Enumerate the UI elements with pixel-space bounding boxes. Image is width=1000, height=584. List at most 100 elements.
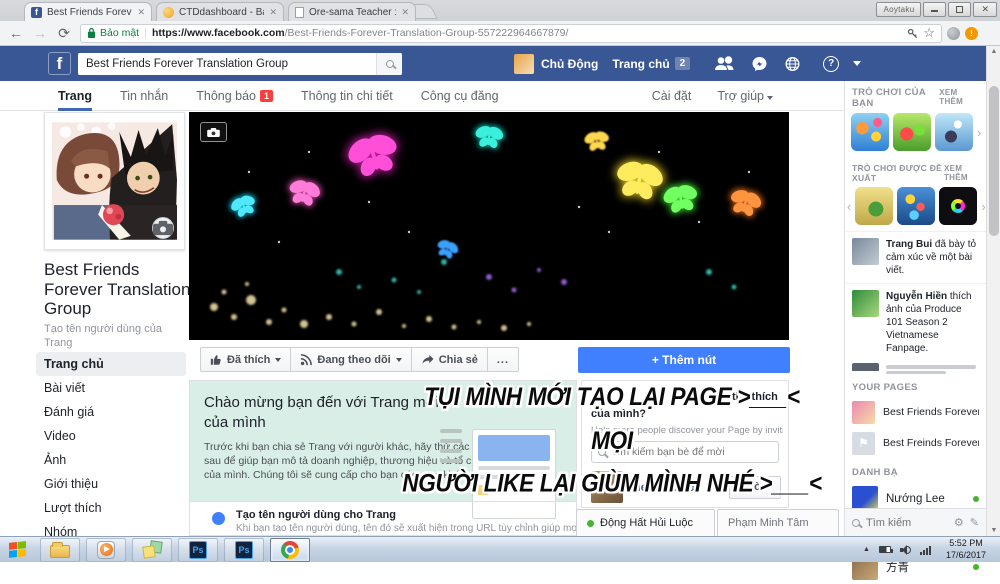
liked-button[interactable]: Đã thích <box>200 347 291 372</box>
help-menu-link[interactable]: Trợ giúp <box>717 89 773 103</box>
taskbar-explorer-button[interactable] <box>40 538 80 562</box>
tab-publishing-tools[interactable]: Công cụ đăng <box>421 81 499 111</box>
sidebar-item-videos[interactable]: Video <box>36 424 186 448</box>
sidebar-item-home[interactable]: Trang chủ <box>36 352 186 376</box>
address-bar[interactable]: Bảo mật | https://www.facebook.com/Best-… <box>80 24 942 43</box>
chat-tab-pham-minh-tam[interactable]: Phạm Minh Tâm <box>717 509 839 536</box>
tab-page[interactable]: Trang <box>58 81 92 111</box>
search-input[interactable] <box>78 53 376 75</box>
settings-link[interactable]: Cài đặt <box>652 89 692 103</box>
user-name-link[interactable]: Chủ Động <box>541 57 598 71</box>
close-button[interactable]: ✕ <box>973 2 997 17</box>
maximize-button[interactable] <box>948 2 971 17</box>
extension-alert-icon[interactable]: ! <box>965 27 978 40</box>
page-scrollbar[interactable]: ▲ ▼ <box>986 46 1000 536</box>
taskbar-media-player-button[interactable] <box>86 538 126 562</box>
facebook-logo[interactable]: f <box>48 52 71 75</box>
farm-heroes-game-icon[interactable] <box>893 113 931 151</box>
gear-icon[interactable]: ⚙ <box>954 516 964 529</box>
hidden-icons-arrow-icon[interactable]: ▲ <box>863 546 870 553</box>
taskbar: Ps Ps ▲ 5:52 PM 17/6/2017 <box>0 536 1000 562</box>
key-icon[interactable] <box>907 28 918 39</box>
scroll-up-icon[interactable]: ▲ <box>987 48 1000 55</box>
your-page-item[interactable]: Best Friends Forever Tran... <box>845 397 986 428</box>
network-signal-icon[interactable] <box>920 545 931 555</box>
more-actions-button[interactable]: ... <box>488 347 519 372</box>
scroll-down-icon[interactable]: ▼ <box>987 527 1000 534</box>
sidebar-item-posts[interactable]: Bài viết <box>36 376 186 400</box>
facebook-header: f Chủ Động Trang chủ 2 ? <box>0 46 1000 81</box>
secure-lock-icon[interactable]: Bảo mật <box>87 27 139 39</box>
refresh-icon[interactable]: ⟳ <box>52 25 76 42</box>
taskbar-chrome-button[interactable] <box>270 538 310 562</box>
new-message-icon[interactable]: ✎ <box>970 516 979 529</box>
prev-arrow-icon[interactable]: ‹ <box>847 199 851 214</box>
taskbar-photoshop-button-2[interactable]: Ps <box>224 538 264 562</box>
friend-name[interactable]: Trang Bui <box>886 239 932 250</box>
change-profile-picture-button[interactable] <box>152 217 174 239</box>
fishdom-game-icon[interactable] <box>851 113 889 151</box>
liked-label: Đã thích <box>227 354 270 366</box>
ticker-item[interactable]: Nguyễn Hiền thích ảnh của Produce 101 Se… <box>845 283 986 361</box>
chat-tab-dong-hat-hui-luoc[interactable]: Động Hất Hủi Luộc <box>576 509 715 536</box>
notifications-globe-icon[interactable] <box>784 56 801 72</box>
page-profile-picture[interactable] <box>44 112 185 250</box>
help-icon[interactable]: ? <box>823 56 839 72</box>
sidebar-item-likes[interactable]: Lượt thích <box>36 496 186 520</box>
your-page-item[interactable]: ⚑ Best Freinds Forever Tran... <box>845 428 986 459</box>
create-username-section[interactable]: Tạo tên người dùng cho Trang Khi bạn tạo… <box>190 501 576 536</box>
user-avatar[interactable] <box>514 54 534 74</box>
taskbar-sticky-notes-button[interactable] <box>132 538 172 562</box>
facebook-search[interactable] <box>78 53 402 75</box>
ticker-item[interactable]: Trang Bui đã bày tỏ cảm xúc về một bài v… <box>845 231 986 283</box>
browser-tab-facebook[interactable]: f Best Friends Forever Tra ✕ <box>24 2 152 21</box>
minimize-button[interactable] <box>923 2 946 17</box>
add-button[interactable]: + Thêm nút <box>578 347 790 373</box>
color-switch-game-icon[interactable] <box>939 187 977 225</box>
next-arrow-icon[interactable]: › <box>977 125 981 140</box>
start-button[interactable] <box>0 537 34 563</box>
share-button[interactable]: Chia sẻ <box>412 347 488 372</box>
see-more-link[interactable]: XEM THÊM <box>939 88 979 106</box>
back-icon[interactable]: ← <box>4 25 28 41</box>
contacts-search-input[interactable] <box>866 517 948 529</box>
battery-icon[interactable] <box>879 546 891 553</box>
search-button[interactable] <box>376 53 402 75</box>
cover-photo[interactable] <box>189 112 789 340</box>
page-title[interactable]: Best Friends Forever Translation Group <box>44 260 194 319</box>
change-cover-button[interactable] <box>200 122 227 142</box>
clock[interactable]: 5:52 PM 17/6/2017 <box>940 538 992 561</box>
tab-close-icon[interactable]: ✕ <box>401 7 409 18</box>
tab-notifications[interactable]: Thông báo 1 <box>196 81 273 111</box>
sidebar-item-reviews[interactable]: Đánh giá <box>36 400 186 424</box>
home-link[interactable]: Trang chủ <box>612 57 669 71</box>
forward-icon[interactable]: → <box>28 25 52 41</box>
see-more-link[interactable]: XEM THÊM <box>944 164 979 182</box>
friend-requests-icon[interactable] <box>714 56 735 71</box>
tab-close-icon[interactable]: ✕ <box>269 7 277 18</box>
browser-tab-ctddashboard[interactable]: CTDdashboard - Bảng đi ✕ <box>156 2 284 21</box>
tab-messages[interactable]: Tin nhắn <box>120 81 168 111</box>
friend-avatar <box>852 238 879 265</box>
tab-close-icon[interactable]: ✕ <box>137 7 145 18</box>
friend-name[interactable]: Nguyễn Hiền <box>886 291 947 302</box>
crocodile-game-icon[interactable] <box>855 187 893 225</box>
bubble-witch-game-icon[interactable] <box>935 113 973 151</box>
browser-tab-oresama[interactable]: Ore-sama Teacher :: Cổn ✕ <box>288 2 416 21</box>
chrome-profile-button[interactable]: Aoytaku <box>876 2 921 17</box>
messenger-icon[interactable] <box>751 56 768 72</box>
speaker-icon[interactable] <box>900 545 911 555</box>
chat-tab-label: Phạm Minh Tâm <box>728 517 809 529</box>
account-menu-caret-icon[interactable] <box>853 61 861 66</box>
sidebar-item-photos[interactable]: Ảnh <box>36 448 186 472</box>
scrollbar-thumb[interactable] <box>989 86 999 236</box>
taskbar-photoshop-button[interactable]: Ps <box>178 538 218 562</box>
sidebar-item-about[interactable]: Giới thiệu <box>36 472 186 496</box>
extension-icon[interactable] <box>947 27 960 40</box>
tab-insights[interactable]: Thông tin chi tiết <box>301 81 393 111</box>
bubble-shooter-game-icon[interactable] <box>897 187 935 225</box>
following-button[interactable]: Đang theo dõi <box>291 347 411 372</box>
create-username-link[interactable]: Tạo tên người dùng của Trang <box>44 322 184 351</box>
bookmark-star-icon[interactable]: ☆ <box>923 25 935 41</box>
contacts-search-bar[interactable]: ⚙ ✎ <box>845 508 986 536</box>
